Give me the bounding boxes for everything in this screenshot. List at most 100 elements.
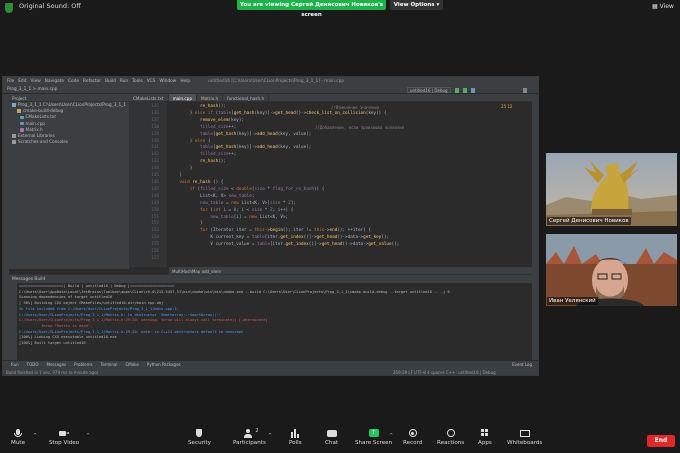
participants-button[interactable]: 2 Participants: [233, 428, 266, 446]
chevron-up-icon[interactable]: ^: [86, 433, 90, 439]
build-icon[interactable]: [455, 87, 459, 93]
messages-panel: Messages Build ====================| Bui…: [9, 274, 532, 370]
record-button[interactable]: Record: [403, 429, 422, 446]
whiteboards-label: Whiteboards: [507, 440, 543, 446]
video-tile-presenter[interactable]: Сергей Денисович Новиков: [546, 153, 677, 226]
tool-window-tab[interactable]: Run: [11, 362, 19, 367]
apps-icon: [480, 429, 490, 438]
view-options-button[interactable]: View Options ▾: [390, 0, 443, 10]
tree-label: Scratches and Consoles: [18, 139, 68, 145]
view-label: View: [659, 3, 674, 10]
code-line[interactable]: new_table = new List<K, V>[size * 2];: [169, 201, 399, 208]
menu-item[interactable]: VCS: [147, 79, 156, 84]
tree-item[interactable]: Scratches and Consoles: [9, 139, 129, 145]
whiteboards-button[interactable]: Whiteboards: [507, 429, 542, 446]
code-line[interactable]: new_table[i] = new List<K, V>;: [169, 215, 399, 222]
shield-icon[interactable]: [5, 3, 13, 13]
menu-item[interactable]: Code: [68, 79, 79, 84]
editor-breadcrumb[interactable]: MultiHashMap add_elem: [169, 267, 532, 274]
tree-label: Matrix.h: [25, 126, 43, 132]
shield-icon: [194, 429, 204, 438]
zoom-toolbar: Mute ^ Stop Video ^ Security 2 Participa…: [0, 426, 680, 453]
tree-label: main.cpp: [25, 120, 45, 126]
code-line[interactable]: table[get_hash(key)]->add_head(key, valu…: [169, 132, 399, 139]
menu-item[interactable]: View: [31, 79, 41, 84]
polls-button[interactable]: Polls: [289, 429, 302, 446]
problems-indicator[interactable]: 25 12: [501, 104, 512, 109]
record-icon: [408, 429, 418, 438]
menu-item[interactable]: Edit: [18, 79, 26, 84]
code-line[interactable]: } else if (table[get_hash(key)]->get_hea…: [169, 111, 399, 118]
menu-item[interactable]: File: [7, 79, 14, 84]
tree-label: cmake-build-debug: [23, 108, 64, 114]
view-button[interactable]: ▦ View: [652, 3, 674, 10]
tool-window-tab[interactable]: Event Log: [512, 362, 532, 367]
tab-functional-hash[interactable]: functional_hash.h: [223, 94, 270, 101]
search-icon[interactable]: [523, 87, 527, 93]
participants-count: 2: [255, 428, 259, 434]
tool-window-tab[interactable]: Python Packages: [147, 362, 181, 367]
code-line[interactable]: for (int i = 0; i < size * 2; i++) {: [169, 208, 399, 215]
participant-video: [546, 234, 677, 306]
project-header[interactable]: Project: [9, 94, 129, 102]
tab-cmakelists[interactable]: CMakeLists.txt: [129, 94, 169, 101]
zoom-top-bar: Original Sound: Off You are viewing Серг…: [0, 0, 680, 18]
tool-window-tab[interactable]: Terminal: [101, 362, 118, 367]
share-screen-button[interactable]: ↑ Share Screen: [355, 429, 392, 446]
menu-item[interactable]: Navigate: [45, 79, 64, 84]
run-icon[interactable]: [463, 87, 467, 93]
chevron-up-icon[interactable]: ^: [389, 433, 393, 439]
folder-icon: [12, 103, 16, 107]
tab-main-cpp[interactable]: main.cpp: [168, 94, 197, 101]
menu-item[interactable]: Help: [180, 79, 190, 84]
tab-matrix-h[interactable]: Matrix.h: [197, 94, 224, 101]
code-line[interactable]: if (filled_size < double(size * flag_for…: [169, 187, 399, 194]
code-editor[interactable]: CMakeLists.txt main.cpp Matrix.h functio…: [129, 94, 532, 274]
chat-button[interactable]: Chat: [325, 429, 338, 446]
right-tool-strip[interactable]: [532, 94, 538, 369]
code-line[interactable]: V current_value = table[iter.get_index()…: [169, 242, 399, 249]
menu-item[interactable]: Tools: [132, 79, 143, 84]
debug-icon[interactable]: [471, 87, 475, 93]
code-line[interactable]: void re_hash () {: [169, 180, 399, 187]
build-output[interactable]: ====================| Build | untitled16…: [19, 284, 450, 347]
polls-label: Polls: [289, 440, 302, 446]
chat-icon: [326, 429, 337, 438]
viewing-banner: You are viewing Сергей Денисович Новиков…: [237, 0, 386, 18]
mute-button[interactable]: Mute: [11, 429, 25, 446]
menu-item[interactable]: Window: [159, 79, 176, 84]
breadcrumb[interactable]: Prog_3_1_1 > main.cpp: [7, 87, 57, 92]
code-line[interactable]: List<K, V> new_table;: [169, 194, 399, 201]
stop-video-button[interactable]: Stop Video: [49, 429, 79, 446]
menu-item[interactable]: Refactor: [83, 79, 101, 84]
original-sound-toggle[interactable]: Original Sound: Off: [19, 2, 81, 10]
tool-window-tab[interactable]: TODO: [27, 362, 39, 367]
reactions-button[interactable]: Reactions: [437, 429, 464, 446]
messages-header[interactable]: Messages Build: [9, 275, 532, 283]
apps-button[interactable]: Apps: [478, 429, 492, 446]
status-right[interactable]: 359:29 LF UTF-8 4 spaces C++: untitled16…: [393, 370, 496, 375]
tool-window-tab[interactable]: Problems: [74, 362, 92, 367]
chevron-up-icon[interactable]: ^: [33, 433, 37, 439]
ide-navbar: Prog_3_1_1 > main.cpp untitled16 | Debug: [3, 86, 538, 94]
video-tile-self[interactable]: Иван Уелянский: [546, 234, 677, 306]
smiley-icon: [446, 429, 456, 438]
project-panel: Project Prog_3_1_1 C:\Users\User\CLionPr…: [9, 94, 129, 269]
tool-window-tab[interactable]: Messages: [47, 362, 67, 367]
end-button[interactable]: End: [647, 435, 675, 447]
chevron-up-icon[interactable]: ^: [268, 433, 272, 439]
code-line[interactable]: }: [169, 173, 399, 180]
security-label: Security: [188, 440, 211, 446]
tool-window-tab[interactable]: CMake: [125, 362, 138, 367]
tool-window-bar: Run TODO Messages Problems Terminal CMake Pyth…: [3, 360, 538, 368]
tree-label: External Libraries: [18, 132, 55, 138]
code-line[interactable]: remove_elem(key);: [169, 118, 399, 125]
messages-side-strip[interactable]: [9, 283, 17, 370]
security-button[interactable]: Security: [188, 429, 211, 446]
menu-item[interactable]: Run: [120, 79, 128, 84]
code-line[interactable]: }: [169, 166, 399, 173]
build-message-line[interactable]: [100%] Built target untitled16: [19, 341, 450, 347]
code-line[interactable]: re_hash();: [169, 159, 399, 166]
menu-item[interactable]: Build: [105, 79, 116, 84]
run-config-select[interactable]: untitled16 | Debug: [407, 86, 451, 93]
